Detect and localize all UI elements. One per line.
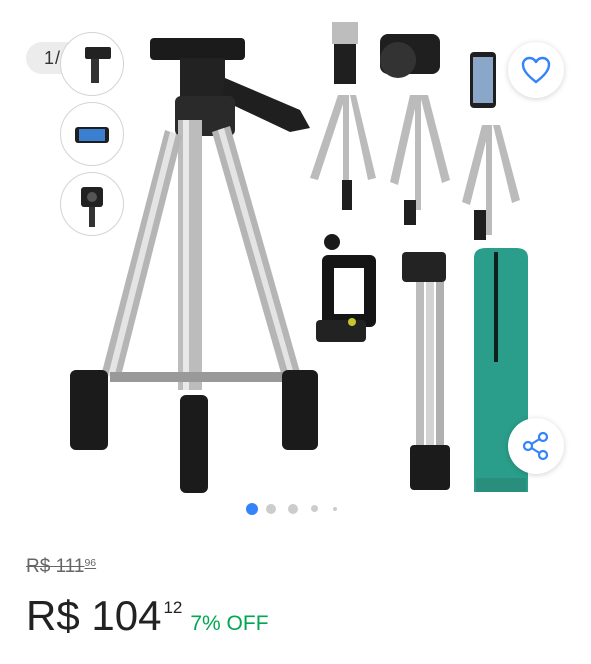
favorite-button[interactable] — [508, 42, 564, 98]
thumbnail-2[interactable] — [60, 102, 124, 166]
current-price: R$ 104 12 — [26, 592, 182, 640]
action-camera-icon — [81, 187, 103, 227]
pagination-dot[interactable] — [266, 504, 276, 514]
gallery-pagination[interactable] — [0, 502, 591, 516]
phone-holder-icon — [75, 127, 109, 143]
pagination-dot-active[interactable] — [246, 503, 258, 515]
price-row: R$ 104 12 7% OFF — [26, 592, 269, 640]
cut-off-content — [60, 657, 480, 664]
pagination-dot[interactable] — [311, 505, 318, 512]
heart-icon — [521, 56, 551, 84]
tripod-head-icon — [85, 47, 111, 83]
thumbnail-3[interactable] — [60, 172, 124, 236]
original-price-main: R$ 111 — [26, 556, 85, 577]
share-button[interactable] — [508, 418, 564, 474]
pagination-dot[interactable] — [333, 507, 337, 511]
current-price-main: R$ 104 — [26, 592, 162, 639]
thumbnail-1[interactable] — [60, 32, 124, 96]
pagination-dot[interactable] — [288, 504, 298, 514]
original-price: R$ 11196 — [26, 556, 96, 578]
product-image-gallery[interactable]: 1/8 — [0, 0, 591, 530]
current-price-cents: 12 — [163, 598, 183, 617]
discount-badge: 7% OFF — [190, 612, 269, 635]
original-price-cents: 96 — [84, 558, 97, 569]
share-icon — [522, 431, 549, 461]
